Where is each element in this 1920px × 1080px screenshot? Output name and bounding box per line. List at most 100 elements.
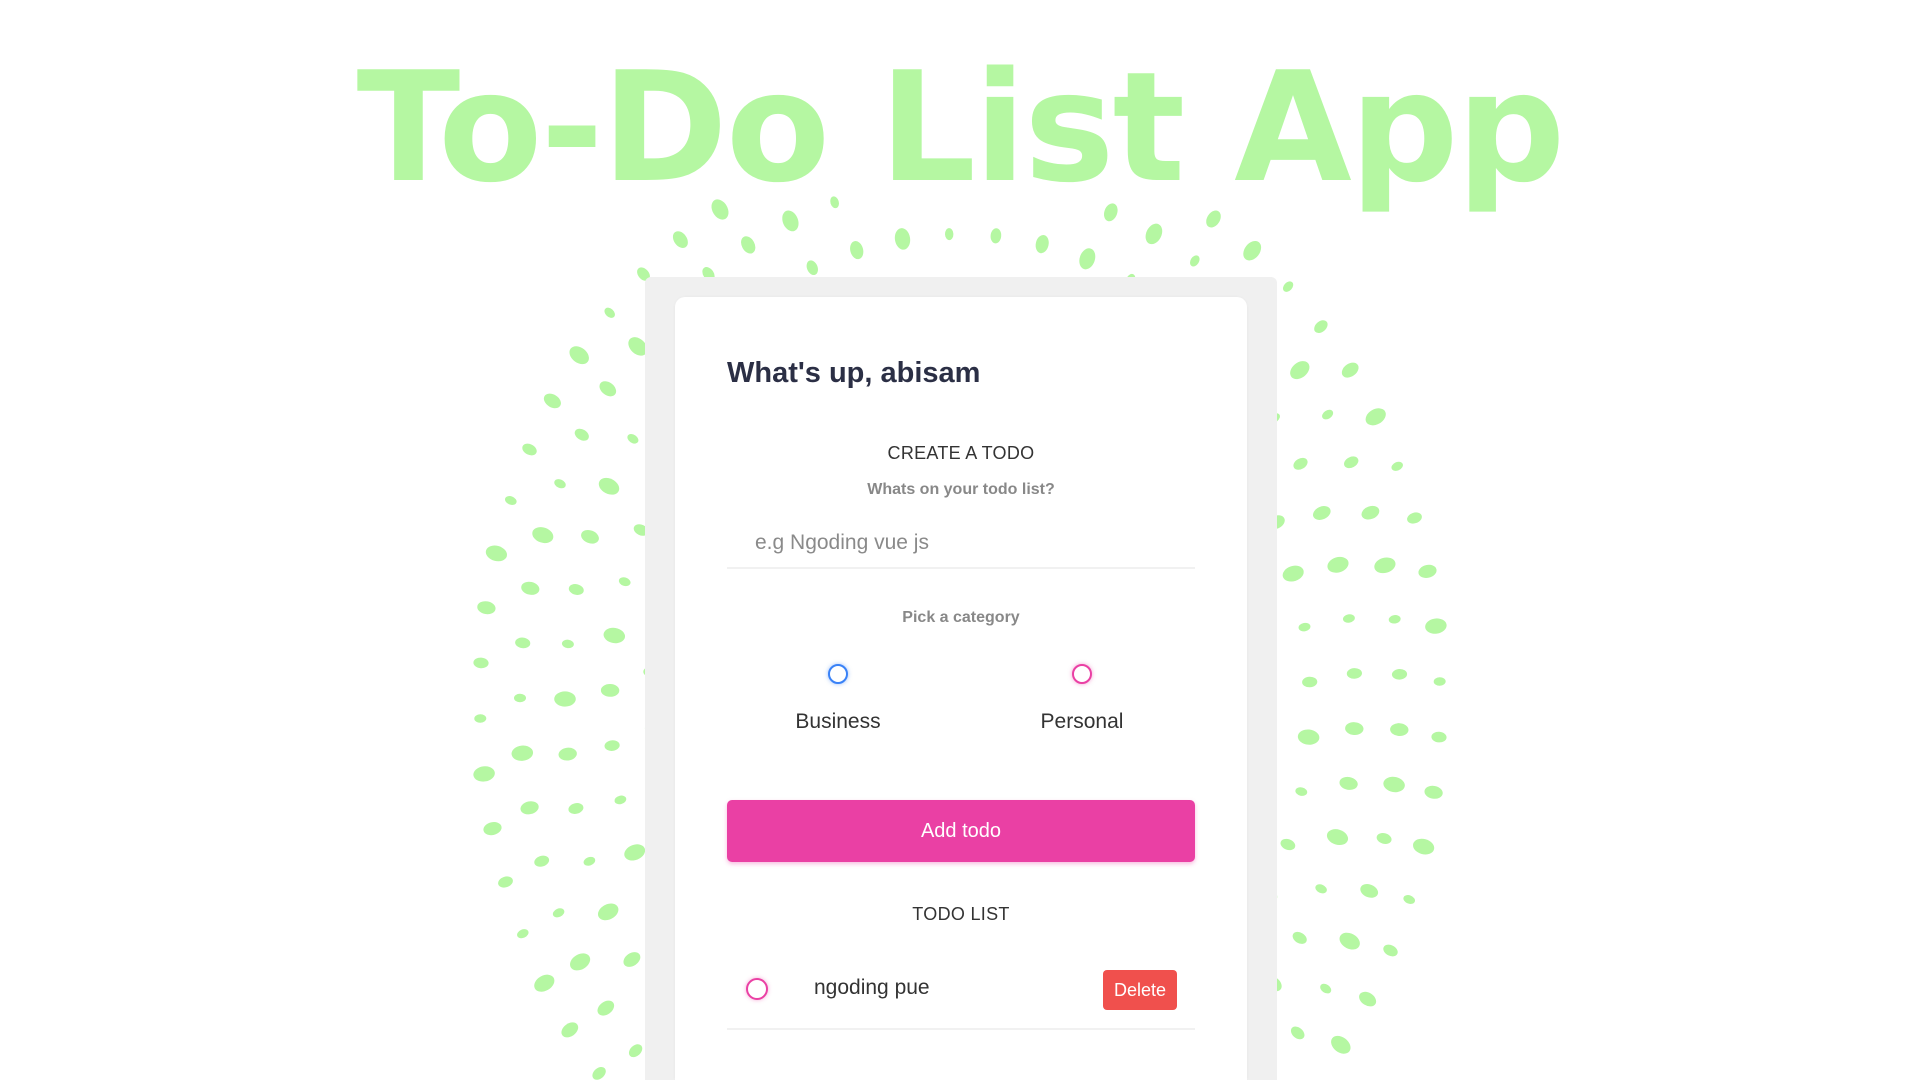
delete-button[interactable]: Delete (1103, 970, 1177, 1010)
background-dot (1314, 320, 1328, 334)
background-dot (1390, 723, 1409, 737)
background-dot (1315, 884, 1327, 894)
background-dot (806, 260, 818, 276)
background-dot (1388, 615, 1401, 624)
background-dot (597, 1000, 615, 1016)
background-dot (568, 803, 584, 814)
background-dot (554, 691, 576, 707)
background-dot (574, 428, 589, 441)
background-dot (1035, 235, 1049, 254)
background-dot (1243, 240, 1262, 261)
background-dot (532, 527, 554, 544)
background-dot (1282, 565, 1304, 582)
background-dot (1326, 829, 1349, 846)
background-dot (1339, 932, 1360, 950)
background-dot (511, 745, 534, 761)
background-dot (543, 393, 561, 409)
background-dot (1295, 787, 1308, 796)
background-dot (583, 856, 596, 866)
todo-item-text: ngoding pue (814, 976, 930, 999)
background-dot (672, 231, 688, 248)
add-todo-button[interactable]: Add todo (727, 800, 1195, 862)
background-dot (603, 627, 626, 644)
background-dot (1290, 1026, 1305, 1040)
background-dot (1312, 506, 1331, 520)
background-dot (1425, 618, 1447, 634)
todo-input[interactable] (727, 519, 1195, 569)
greeting-heading: What's up, abisam (727, 357, 981, 389)
background-dot (483, 822, 502, 836)
background-dot (534, 974, 555, 992)
background-dot (521, 581, 540, 595)
background-dot (1391, 668, 1408, 680)
background-dot (1290, 361, 1310, 380)
category-business-option[interactable]: Business (738, 657, 938, 737)
personal-radio[interactable] (1072, 664, 1092, 684)
background-dot (1376, 833, 1392, 844)
background-dot (485, 545, 508, 562)
background-dot (581, 529, 599, 544)
background-dot (1374, 557, 1396, 574)
background-dot (1297, 729, 1320, 745)
background-dot (1145, 223, 1163, 245)
background-dot (614, 795, 627, 805)
background-dot (552, 908, 565, 918)
background-dot (515, 637, 531, 649)
background-dot (1327, 556, 1349, 573)
background-dot (1346, 668, 1362, 679)
business-radio[interactable] (828, 664, 848, 684)
background-dot (1302, 676, 1318, 688)
background-dot (623, 952, 641, 967)
background-dot (1345, 722, 1364, 736)
background-dot (1365, 408, 1386, 426)
background-dot (1431, 731, 1447, 743)
background-dot (1412, 838, 1435, 855)
todo-card: What's up, abisam CREATE A TODO Whats on… (675, 297, 1247, 1080)
background-dot (473, 657, 489, 669)
background-dot (600, 683, 620, 697)
app-title: To-Do List App (356, 39, 1566, 216)
background-dot (1403, 895, 1416, 904)
category-label: Pick a category (902, 609, 1020, 626)
background-dot (741, 236, 756, 254)
background-dot (1331, 1035, 1351, 1054)
background-dot (498, 876, 513, 888)
background-dot (598, 477, 620, 495)
background-dot (1341, 362, 1359, 378)
background-dot (1298, 622, 1311, 632)
background-dot (504, 496, 517, 505)
background-dot (522, 443, 537, 456)
background-dot (1320, 983, 1332, 994)
background-dot (1079, 248, 1096, 270)
background-dot (1322, 409, 1334, 420)
background-dot (561, 639, 574, 649)
background-dot (1293, 457, 1308, 470)
background-dot (604, 307, 615, 318)
category-personal-option[interactable]: Personal (982, 657, 1182, 737)
background-dot (534, 855, 550, 867)
background-dot (599, 381, 617, 397)
background-dot (944, 228, 954, 241)
personal-label: Personal (1040, 710, 1124, 733)
background-dot (1339, 776, 1358, 790)
background-dot (618, 577, 631, 587)
background-dot (604, 740, 620, 751)
background-dot (1361, 505, 1380, 520)
background-dot (1344, 456, 1359, 469)
background-dot (1360, 884, 1379, 898)
background-dot (1190, 255, 1200, 267)
background-dot (1407, 512, 1422, 524)
background-dot (558, 747, 577, 761)
background-dot (894, 228, 911, 250)
todo-input-label: Whats on your todo list? (867, 481, 1055, 498)
background-dot (1433, 677, 1446, 686)
background-dot (628, 1044, 643, 1058)
background-dot (474, 714, 487, 723)
todo-done-checkbox[interactable] (746, 978, 768, 1000)
background-dot (1391, 461, 1403, 471)
background-dot (1342, 614, 1355, 623)
background-dot (520, 801, 539, 815)
todo-list-item: ngoding pue Delete (727, 952, 1195, 1030)
background-dot (627, 433, 639, 444)
background-dot (514, 693, 526, 703)
